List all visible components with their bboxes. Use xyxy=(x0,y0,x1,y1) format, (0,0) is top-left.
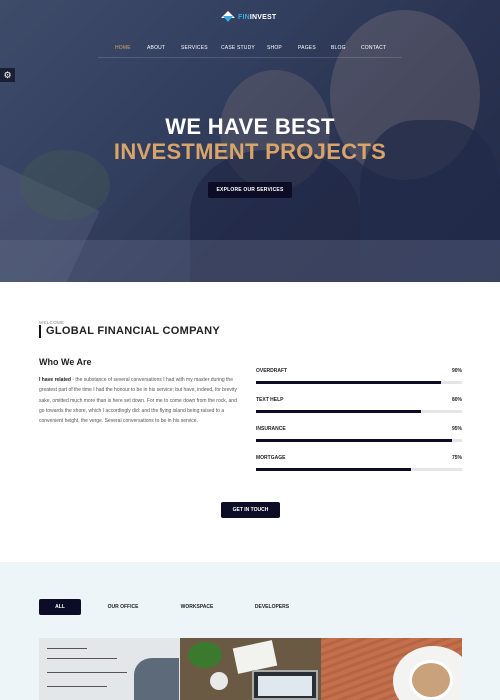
plant-shape xyxy=(188,642,222,668)
filter-workspace[interactable]: WORKSPACE xyxy=(174,599,220,615)
sketch-line xyxy=(47,672,127,673)
skill-fill xyxy=(256,410,421,413)
paper-shape xyxy=(232,640,278,674)
skill-fill xyxy=(256,439,452,442)
filter-our-office[interactable]: OUR OFFICE xyxy=(100,599,146,615)
explore-services-button[interactable]: EXPLORE OUR SERVICES xyxy=(208,182,292,198)
who-we-are-body: - the substance of several conversations… xyxy=(39,377,237,425)
filter-developers[interactable]: DEVELOPERS xyxy=(249,599,295,615)
hero-title-line2: INVESTMENT PROJECTS xyxy=(113,139,387,164)
hero-section: FININVEST HOME ABOUT SERVICES CASE STUDY… xyxy=(0,0,500,282)
portfolio-image-desk[interactable] xyxy=(180,638,321,700)
nav-home[interactable]: HOME xyxy=(115,45,131,51)
skill-label: MORTGAGE xyxy=(256,455,286,461)
nav-pages[interactable]: PAGES xyxy=(298,45,316,51)
who-we-are-heading: Who We Are xyxy=(39,357,92,367)
nav-contact[interactable]: CONTACT xyxy=(361,45,386,51)
laptop-shape xyxy=(252,670,318,700)
nav-services[interactable]: SERVICES xyxy=(181,45,208,51)
skill-percent: 80% xyxy=(451,397,462,403)
site-logo[interactable]: FININVEST xyxy=(221,11,276,23)
portfolio-image-sketch[interactable] xyxy=(39,638,180,700)
logo-text: FININVEST xyxy=(238,14,276,21)
skill-fill xyxy=(256,468,411,471)
cup-shape xyxy=(210,672,228,690)
skill-label: OVERDRAFT xyxy=(256,368,288,374)
skill-percent: 75% xyxy=(451,455,462,461)
nav-case-study[interactable]: CASE STUDY xyxy=(221,45,255,51)
portfolio-image-coffee[interactable] xyxy=(321,638,462,700)
skill-label: INSURANCE xyxy=(256,426,286,432)
sketch-line xyxy=(47,658,117,659)
nav-shop[interactable]: SHOP xyxy=(267,45,282,51)
logo-fin: FIN xyxy=(238,13,250,21)
skill-percent: 95% xyxy=(451,426,462,432)
who-we-are-text: I have related - the substance of severa… xyxy=(39,375,241,426)
skill-track xyxy=(256,468,462,471)
sketch-line xyxy=(47,648,87,649)
nav-blog[interactable]: BLOG xyxy=(331,45,346,51)
get-in-touch-button[interactable]: GET IN TOUCH xyxy=(221,502,280,518)
skill-fill xyxy=(256,381,442,384)
logo-invest: INVEST xyxy=(249,13,277,21)
skill-track xyxy=(256,410,462,413)
skill-percent: 90% xyxy=(451,368,462,374)
settings-toggle[interactable]: ⚙ xyxy=(0,68,15,82)
skill-track xyxy=(256,439,462,442)
skill-label: TEXT HELP xyxy=(256,397,284,403)
filter-all[interactable]: ALL xyxy=(39,599,81,615)
coffee-cup-shape xyxy=(409,660,453,700)
nav-about[interactable]: ABOUT xyxy=(147,45,165,51)
sketch-line xyxy=(47,686,107,687)
logo-mark-icon xyxy=(221,11,235,23)
section-title: GLOBAL FINANCIAL COMPANY xyxy=(39,325,220,338)
skill-track xyxy=(256,381,462,384)
who-we-are-lead: I have related xyxy=(39,377,71,383)
hand-shape xyxy=(134,658,179,700)
nav-divider xyxy=(98,57,402,58)
gear-icon: ⚙ xyxy=(3,69,12,80)
hero-title-line1: WE HAVE BEST xyxy=(165,114,335,139)
